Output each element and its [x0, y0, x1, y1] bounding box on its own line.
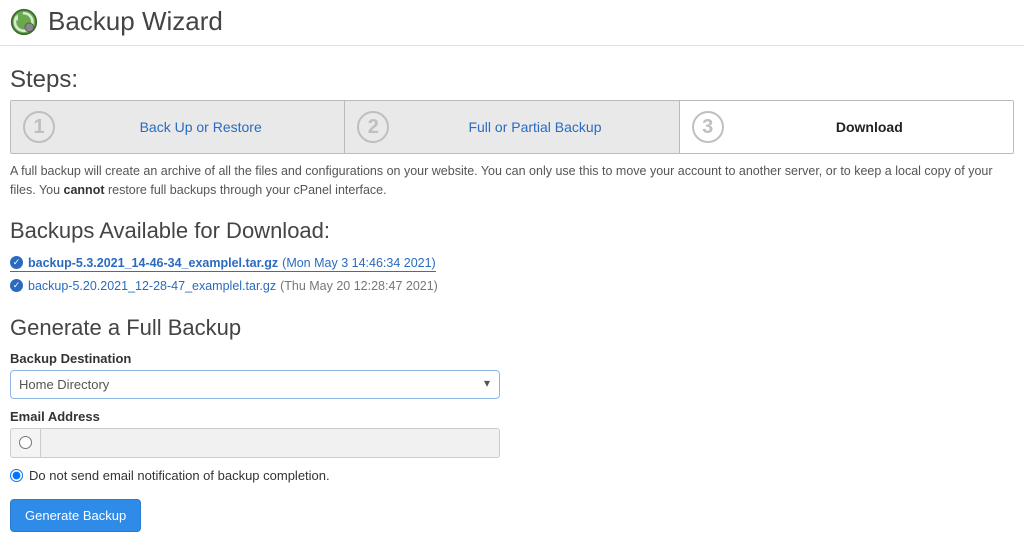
step-backup-or-restore[interactable]: 1 Back Up or Restore [11, 101, 345, 153]
backup-destination-label: Backup Destination [10, 351, 1014, 366]
no-email-label: Do not send email notification of backup… [29, 468, 330, 483]
step-label: Back Up or Restore [69, 119, 332, 135]
email-address-label: Email Address [10, 409, 1014, 424]
send-email-radio[interactable] [19, 436, 32, 449]
steps-heading: Steps: [10, 66, 1014, 94]
description-text: A full backup will create an archive of … [10, 162, 1014, 200]
step-number-icon: 1 [23, 111, 55, 143]
step-full-or-partial[interactable]: 2 Full or Partial Backup [345, 101, 679, 153]
no-email-radio[interactable] [10, 469, 23, 482]
step-label: Download [738, 119, 1001, 135]
backup-date: (Mon May 3 14:46:34 2021) [282, 256, 436, 270]
backup-file-link[interactable]: backup-5.20.2021_12-28-47_examplel.tar.g… [28, 279, 276, 293]
backup-file-link[interactable]: backup-5.3.2021_14-46-34_examplel.tar.gz [28, 256, 278, 270]
steps-tabs: 1 Back Up or Restore 2 Full or Partial B… [10, 100, 1014, 154]
generate-full-backup-heading: Generate a Full Backup [10, 315, 1014, 341]
check-icon [10, 256, 23, 269]
step-number-icon: 2 [357, 111, 389, 143]
check-icon [10, 279, 23, 292]
backup-wizard-icon [10, 8, 38, 36]
step-download[interactable]: 3 Download [680, 101, 1013, 153]
step-number-icon: 3 [692, 111, 724, 143]
email-input[interactable] [40, 428, 500, 458]
generate-backup-button[interactable]: Generate Backup [10, 499, 141, 532]
page-header: Backup Wizard [0, 0, 1024, 46]
backup-date: (Thu May 20 12:28:47 2021) [280, 279, 438, 293]
backup-item[interactable]: backup-5.20.2021_12-28-47_examplel.tar.g… [10, 275, 1014, 297]
backup-list: backup-5.3.2021_14-46-34_examplel.tar.gz… [10, 252, 1014, 297]
backup-destination-select[interactable]: Home Directory [10, 370, 500, 399]
email-radio-box [10, 428, 40, 458]
step-label: Full or Partial Backup [403, 119, 666, 135]
backups-available-heading: Backups Available for Download: [10, 218, 1014, 244]
backup-item[interactable]: backup-5.3.2021_14-46-34_examplel.tar.gz… [10, 252, 436, 272]
page-title: Backup Wizard [48, 6, 223, 37]
